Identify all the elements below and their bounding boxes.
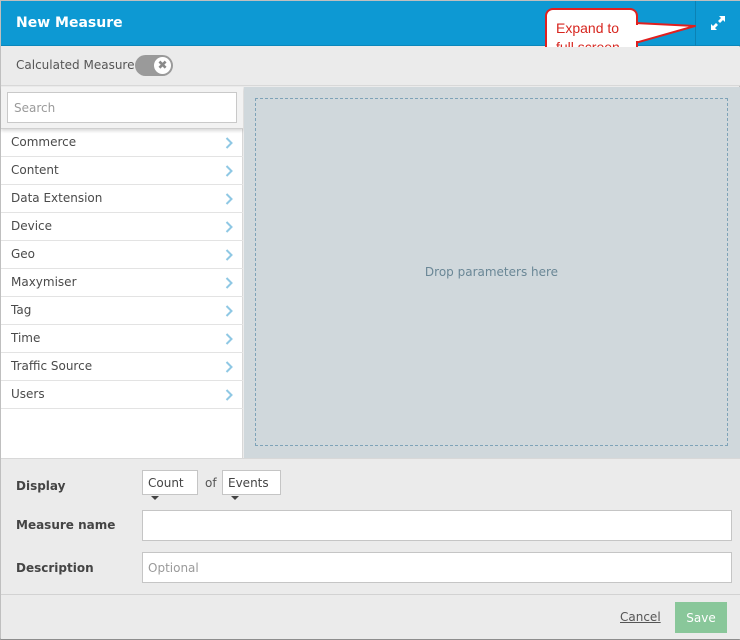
category-label: Commerce (11, 135, 77, 149)
measure-name-label: Measure name (16, 518, 116, 532)
calculated-measure-toggle[interactable]: ✖ (135, 55, 173, 76)
chevron-right-icon (225, 165, 233, 177)
category-label: Maxymiser (11, 275, 77, 289)
chevron-right-icon (225, 361, 233, 373)
chevron-right-icon (225, 193, 233, 205)
cancel-button[interactable]: Cancel (620, 610, 661, 624)
dialog-title: New Measure (16, 15, 123, 31)
callout-line-1: Expand to (556, 20, 620, 36)
drop-zone[interactable]: Drop parameters here (255, 98, 728, 446)
aggregation-dropdown[interactable]: Count (142, 470, 198, 500)
category-item[interactable]: Traffic Source (1, 353, 243, 381)
category-item[interactable]: Users (1, 381, 243, 409)
aggregation-value: Count (148, 476, 184, 490)
search-container (1, 87, 243, 129)
description-input[interactable] (142, 552, 732, 583)
chevron-right-icon (225, 277, 233, 289)
drop-zone-text: Drop parameters here (424, 265, 559, 279)
category-label: Device (11, 219, 53, 233)
category-item[interactable]: Commerce (1, 129, 243, 157)
entity-value: Events (228, 476, 269, 490)
entity-dropdown[interactable]: Events (222, 470, 281, 500)
chevron-right-icon (225, 305, 233, 317)
save-button[interactable]: Save (675, 602, 727, 633)
category-item[interactable]: Data Extension (1, 185, 243, 213)
expand-icon (711, 16, 725, 30)
toggle-off-icon: ✖ (154, 57, 171, 74)
category-list: Commerce Content Data Extension Device Geo Ma… (1, 129, 243, 409)
category-label: Users (11, 387, 45, 401)
calculated-measure-row: Calculated Measure ✖ (1, 47, 740, 86)
category-item[interactable]: Device (1, 213, 243, 241)
category-item[interactable]: Tag (1, 297, 243, 325)
category-item[interactable]: Content (1, 157, 243, 185)
new-measure-dialog: New Measure Expand to full screen Calcul… (0, 0, 740, 640)
measure-name-input[interactable] (142, 510, 732, 541)
caret-down-icon (151, 495, 159, 500)
drop-area: Drop parameters here (244, 87, 740, 458)
category-label: Data Extension (11, 191, 103, 205)
of-text: of (205, 476, 217, 490)
chevron-right-icon (225, 389, 233, 401)
category-item[interactable]: Maxymiser (1, 269, 243, 297)
description-label: Description (16, 561, 94, 575)
category-label: Tag (11, 303, 32, 317)
chevron-right-icon (225, 221, 233, 233)
calculated-measure-label: Calculated Measure (16, 58, 135, 72)
chevron-right-icon (225, 249, 233, 261)
dialog-footer: Cancel Save (1, 594, 740, 639)
category-label: Time (11, 331, 41, 345)
display-label: Display (16, 479, 66, 493)
chevron-right-icon (225, 137, 233, 149)
category-label: Content (11, 163, 59, 177)
chevron-right-icon (225, 333, 233, 345)
search-input[interactable] (7, 92, 237, 123)
measure-form: Display Count of Events Measure name Des… (1, 458, 740, 594)
expand-fullscreen-button[interactable] (695, 1, 740, 46)
parameter-panel: Commerce Content Data Extension Device Geo Ma… (1, 87, 243, 458)
category-item[interactable]: Geo (1, 241, 243, 269)
category-item[interactable]: Time (1, 325, 243, 353)
category-label: Geo (11, 247, 36, 261)
caret-down-icon (231, 495, 239, 500)
category-label: Traffic Source (11, 359, 93, 373)
